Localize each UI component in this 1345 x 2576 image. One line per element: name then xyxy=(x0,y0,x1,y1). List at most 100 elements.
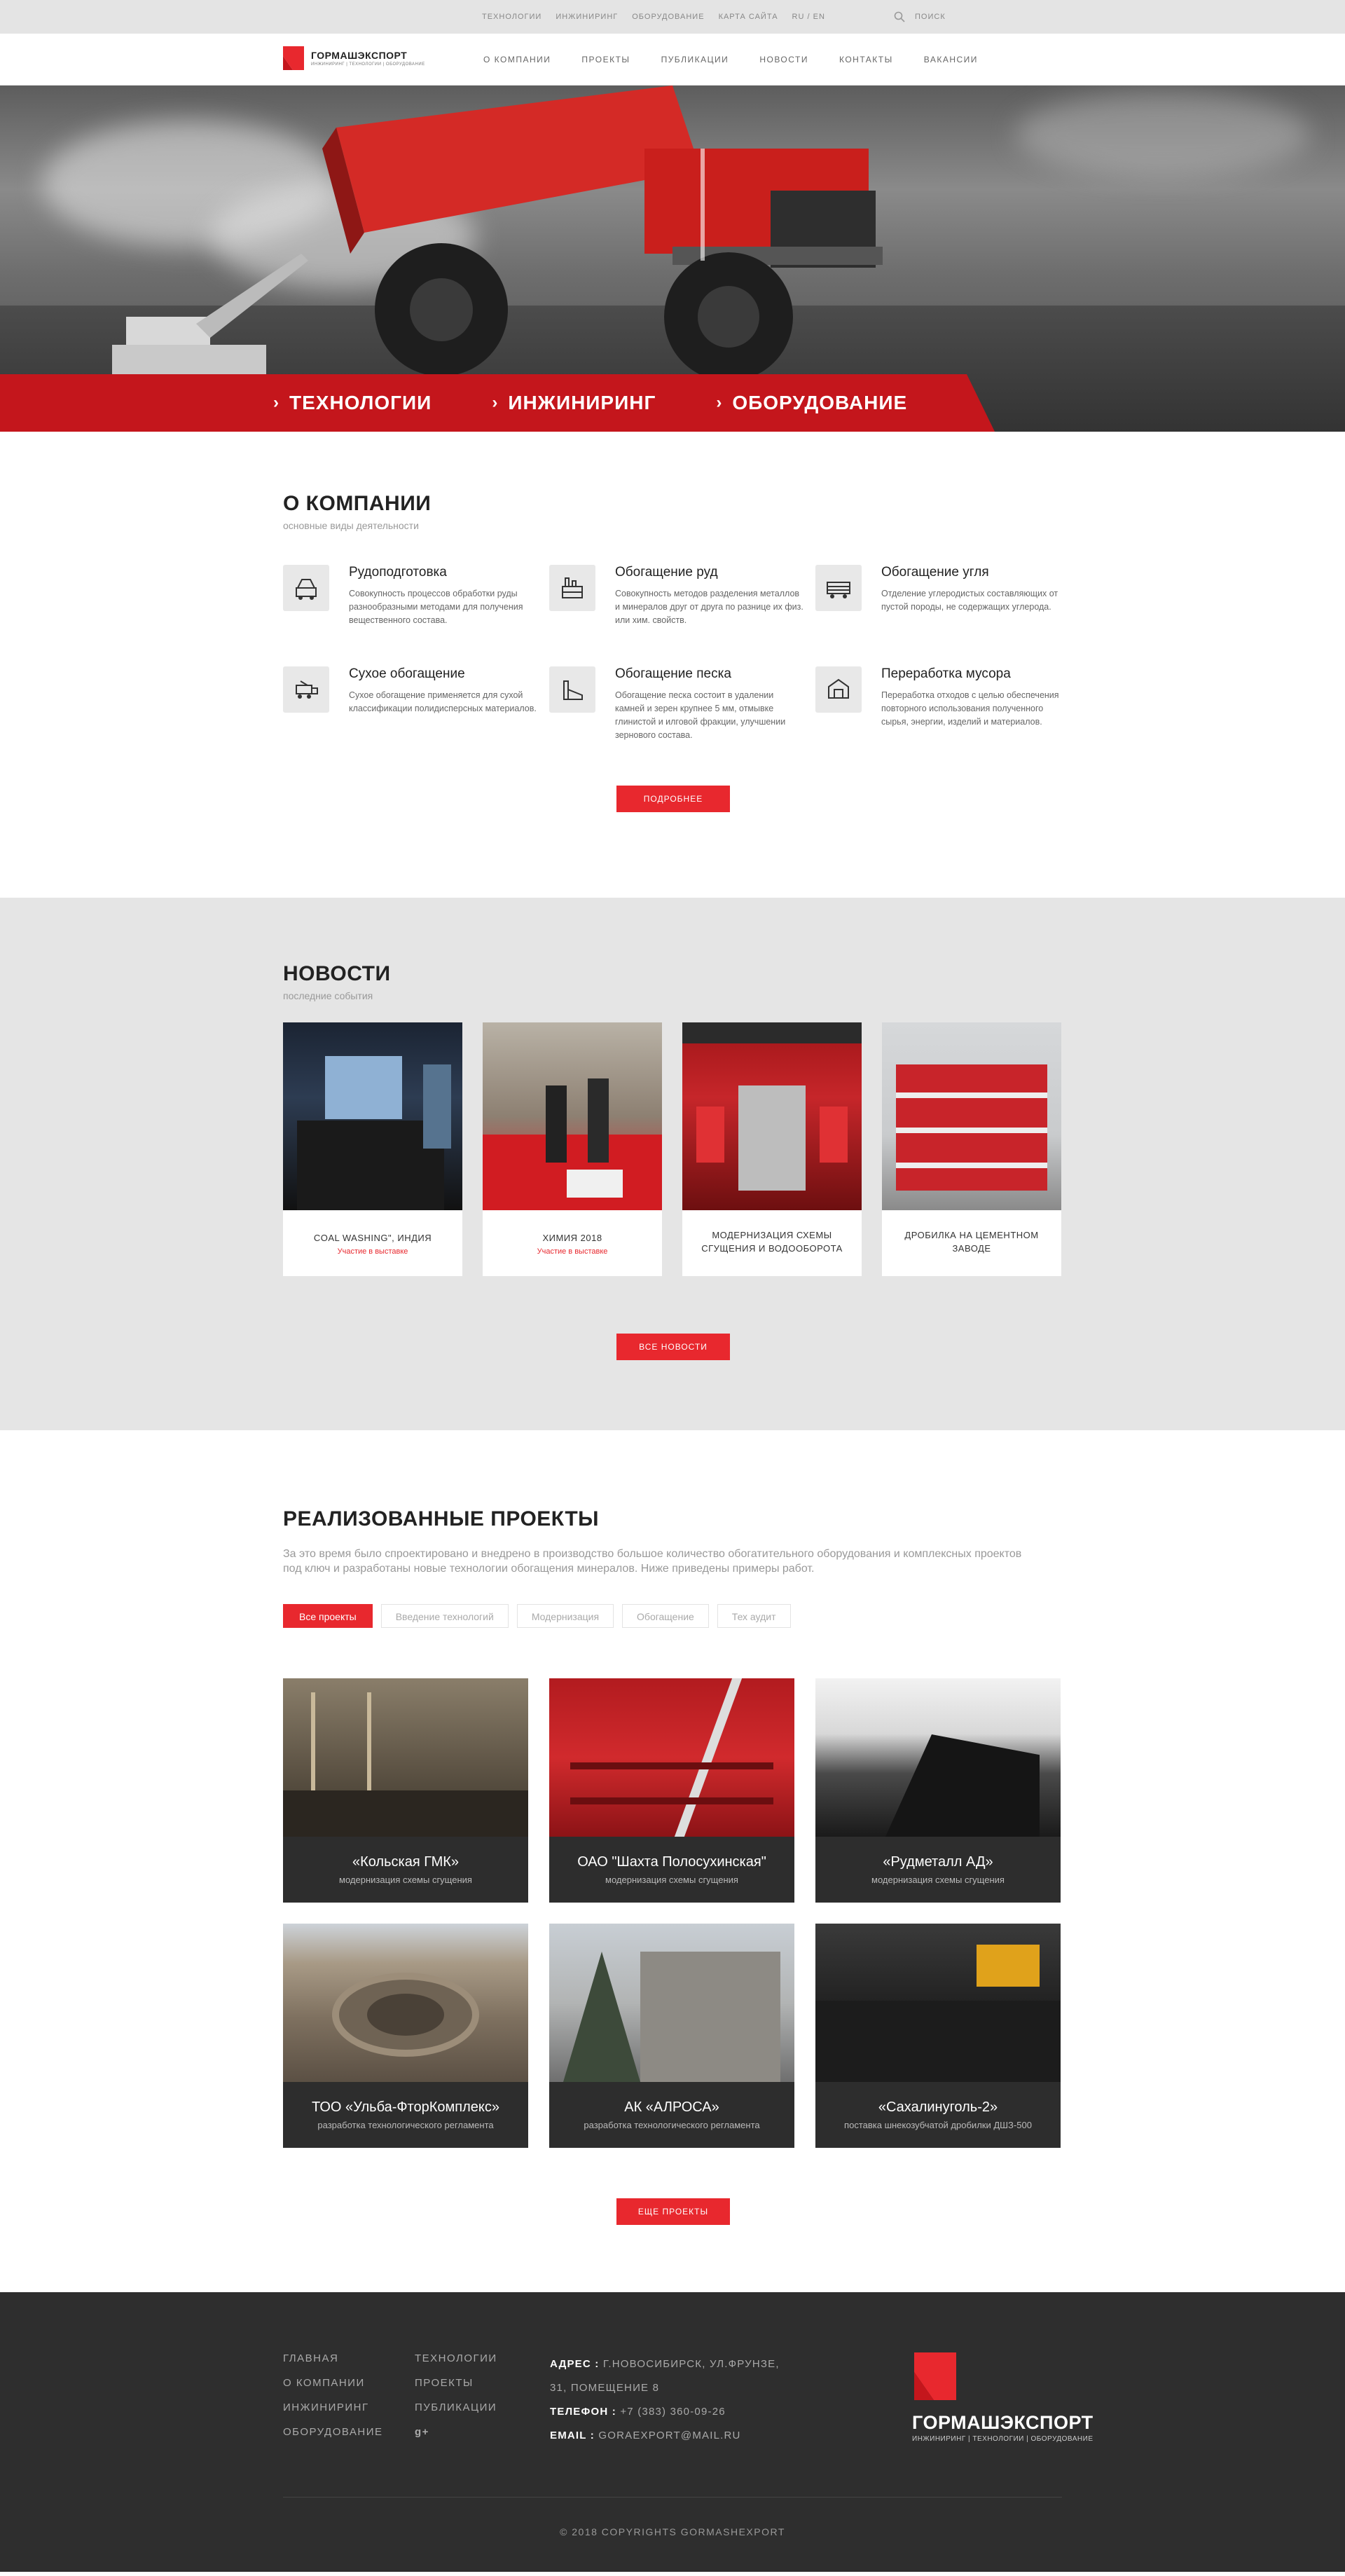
section-subtitle: основные виды деятельности xyxy=(283,520,419,531)
more-button[interactable]: ПОДРОБНЕЕ xyxy=(616,786,730,812)
nav-vacancies[interactable]: ВАКАНСИИ xyxy=(924,55,978,64)
google-plus-icon[interactable]: g+ xyxy=(415,2426,497,2438)
utility-link-equipment[interactable]: ОБОРУДОВАНИЕ xyxy=(632,13,704,21)
footer-nav-col-1: ГЛАВНАЯ О КОМПАНИИ ИНЖИНИРИНГ ОБОРУДОВАН… xyxy=(283,2352,383,2438)
project-card[interactable]: «Сахалинуголь-2» поставка шнекозубчатой д… xyxy=(815,1924,1061,2148)
chevron-right-icon: › xyxy=(492,393,499,412)
hero-link-label: ОБОРУДОВАНИЕ xyxy=(732,392,908,413)
footer-phone[interactable]: ТЕЛЕФОН : +7 (383) 360-09-26 xyxy=(550,2400,788,2424)
footer-logo-tagline: ИНЖИНИРИНГ | ТЕХНОЛОГИИ | ОБОРУДОВАНИЕ xyxy=(912,2435,1094,2443)
project-subtitle: разработка технологического регламента xyxy=(317,2120,494,2130)
news-card[interactable]: COAL WASHING", ИНДИЯ Участие в выставке xyxy=(283,1022,462,1276)
hero-banner: › ТЕХНОЛОГИИ › ИНЖИНИРИНГ › ОБОРУДОВАНИЕ xyxy=(0,85,1345,432)
service-text: Отделение углеродистых составляющих от п… xyxy=(881,589,1058,612)
news-title: МОДЕРНИЗАЦИЯ СХЕМЫ СГУЩЕНИЯ И ВОДООБОРОТ… xyxy=(701,1230,843,1254)
footer-link-technologies[interactable]: ТЕХНОЛОГИИ xyxy=(415,2352,497,2364)
search-label[interactable]: ПОИСК xyxy=(915,13,946,21)
hero-link-label: ИНЖИНИРИНГ xyxy=(508,392,656,413)
service-text: Сухое обогащение применяется для сухой к… xyxy=(349,690,537,713)
chevron-right-icon: › xyxy=(716,393,723,412)
service-item[interactable]: Переработка мусора Переработка отходов с … xyxy=(815,666,1082,742)
projects-grid: «Кольская ГМК» модернизация схемы сгущени… xyxy=(283,1678,1062,2148)
main-nav: О КОМПАНИИ ПРОЕКТЫ ПУБЛИКАЦИИ НОВОСТИ КО… xyxy=(483,34,978,85)
project-subtitle: модернизация схемы сгущения xyxy=(871,1875,1005,1885)
filter-tech-introduction[interactable]: Введение технологий xyxy=(380,1604,509,1628)
project-photo xyxy=(549,1678,794,1837)
service-title: Обогащение угля xyxy=(881,565,989,580)
logo[interactable]: ГОРМАШЭКСПОРТ ИНЖИНИРИНГ | ТЕХНОЛОГИИ | … xyxy=(283,46,425,70)
filter-modernization[interactable]: Модернизация xyxy=(516,1604,614,1628)
more-projects-button[interactable]: ЕЩЕ ПРОЕКТЫ xyxy=(616,2198,730,2225)
filter-enrichment[interactable]: Обогащение xyxy=(622,1604,709,1628)
chevron-right-icon: › xyxy=(273,393,280,412)
footer-nav-col-2: ТЕХНОЛОГИИ ПРОЕКТЫ ПУБЛИКАЦИИ g+ xyxy=(415,2352,497,2438)
hero-dump-truck-image xyxy=(322,85,883,380)
filter-tech-audit[interactable]: Тех аудит xyxy=(717,1604,791,1628)
footer-link-engineering[interactable]: ИНЖИНИРИНГ xyxy=(283,2402,383,2413)
service-item[interactable]: Обогащение руд Совокупность методов разде… xyxy=(549,565,815,627)
footer-address: АДРЕС : Г.НОВОСИБИРСК, УЛ.ФРУНЗЕ, 31, ПО… xyxy=(550,2358,780,2394)
project-filters: Все проекты Введение технологий Модерниз… xyxy=(283,1604,1062,1628)
project-title: АК «АЛРОСА» xyxy=(624,2099,719,2115)
project-subtitle: разработка технологического регламента xyxy=(584,2120,760,2130)
hero-link-technologies[interactable]: › ТЕХНОЛОГИИ xyxy=(273,392,432,414)
news-title: ДРОБИЛКА НА ЦЕМЕНТНОМ ЗАВОДЕ xyxy=(904,1230,1039,1254)
hero-link-engineering[interactable]: › ИНЖИНИРИНГ xyxy=(492,392,656,414)
project-card[interactable]: АК «АЛРОСА» разработка технологического р… xyxy=(549,1924,794,2148)
project-card[interactable]: ОАО "Шахта Полосухинская" модернизация сх… xyxy=(549,1678,794,1903)
service-title: Сухое обогащение xyxy=(349,666,465,681)
project-subtitle: модернизация схемы сгущения xyxy=(339,1875,472,1885)
section-title: О КОМПАНИИ xyxy=(283,492,432,515)
project-card[interactable]: «Рудметалл АД» модернизация схемы сгущени… xyxy=(815,1678,1061,1903)
footer-link-publications[interactable]: ПУБЛИКАЦИИ xyxy=(415,2402,497,2413)
utility-link-sitemap[interactable]: КАРТА САЙТА xyxy=(719,13,778,21)
hero-cloud xyxy=(1016,93,1310,177)
all-news-button[interactable]: ВСЕ НОВОСТИ xyxy=(616,1334,730,1360)
projects-section: РЕАЛИЗОВАННЫЕ ПРОЕКТЫ За это время было … xyxy=(0,1430,1345,2292)
footer-email[interactable]: EMAIL : GORAEXPORT@MAIL.RU xyxy=(550,2424,788,2448)
utility-link-engineering[interactable]: ИНЖИНИРИНГ xyxy=(556,13,618,21)
section-subtitle: последние события xyxy=(283,990,373,1001)
nav-publications[interactable]: ПУБЛИКАЦИИ xyxy=(661,55,729,64)
project-card[interactable]: ТОО «Ульба-ФторКомплекс» разработка техно… xyxy=(283,1924,528,2148)
filter-all[interactable]: Все проекты xyxy=(283,1604,373,1628)
project-photo xyxy=(283,1924,528,2082)
hero-link-equipment[interactable]: › ОБОРУДОВАНИЕ xyxy=(716,392,907,414)
nav-news[interactable]: НОВОСТИ xyxy=(759,55,808,64)
news-card[interactable]: ДРОБИЛКА НА ЦЕМЕНТНОМ ЗАВОДЕ xyxy=(882,1022,1061,1276)
nav-about[interactable]: О КОМПАНИИ xyxy=(483,55,551,64)
footer-link-equipment[interactable]: ОБОРУДОВАНИЕ xyxy=(283,2426,383,2438)
logo-name: ГОРМАШЭКСПОРТ xyxy=(311,50,408,61)
project-title: «Рудметалл АД» xyxy=(883,1854,993,1870)
footer-link-projects[interactable]: ПРОЕКТЫ xyxy=(415,2377,497,2389)
search-control[interactable]: ПОИСК xyxy=(894,0,946,34)
project-title: «Сахалинуголь-2» xyxy=(878,2099,998,2115)
logo-mark-icon xyxy=(914,2352,956,2400)
service-item[interactable]: Обогащение угля Отделение углеродистых со… xyxy=(815,565,1082,627)
language-switch[interactable]: RU / EN xyxy=(792,13,825,21)
section-title: РЕАЛИЗОВАННЫЕ ПРОЕКТЫ xyxy=(283,1507,600,1530)
footer-logo[interactable]: ГОРМАШЭКСПОРТ ИНЖИНИРИНГ | ТЕХНОЛОГИИ | … xyxy=(912,2352,1094,2443)
projects-lead: За это время было спроектировано и внедр… xyxy=(283,1548,1022,1575)
utility-link-technologies[interactable]: ТЕХНОЛОГИИ xyxy=(482,13,542,21)
factory-icon xyxy=(549,565,595,611)
company-section: О КОМПАНИИ основные виды деятельности Ру… xyxy=(0,432,1345,898)
project-title: ОАО "Шахта Полосухинская" xyxy=(577,1854,766,1870)
service-item[interactable]: Обогащение песка Обогащение песка состоит… xyxy=(549,666,815,742)
service-item[interactable]: Сухое обогащение Сухое обогащение применя… xyxy=(283,666,549,742)
service-item[interactable]: Рудоподготовка Совокупность процессов обр… xyxy=(283,565,549,627)
utility-links: ТЕХНОЛОГИИ ИНЖИНИРИНГ ОБОРУДОВАНИЕ КАРТА… xyxy=(482,0,825,34)
news-photo xyxy=(682,1022,862,1210)
footer-link-home[interactable]: ГЛАВНАЯ xyxy=(283,2352,383,2364)
project-card[interactable]: «Кольская ГМК» модернизация схемы сгущени… xyxy=(283,1678,528,1903)
service-text: Совокупность процессов обработки руды ра… xyxy=(349,589,523,625)
project-subtitle: поставка шнекозубчатой дробилки ДШЗ-500 xyxy=(844,2120,1032,2130)
footer-link-about[interactable]: О КОМПАНИИ xyxy=(283,2377,383,2389)
news-card[interactable]: ХИМИЯ 2018 Участие в выставке xyxy=(483,1022,662,1276)
news-photo xyxy=(283,1022,462,1210)
news-card[interactable]: МОДЕРНИЗАЦИЯ СХЕМЫ СГУЩЕНИЯ И ВОДООБОРОТ… xyxy=(682,1022,862,1276)
nav-contacts[interactable]: КОНТАКТЫ xyxy=(839,55,893,64)
project-photo xyxy=(815,1924,1061,2082)
search-icon[interactable] xyxy=(894,11,905,22)
nav-projects[interactable]: ПРОЕКТЫ xyxy=(581,55,630,64)
